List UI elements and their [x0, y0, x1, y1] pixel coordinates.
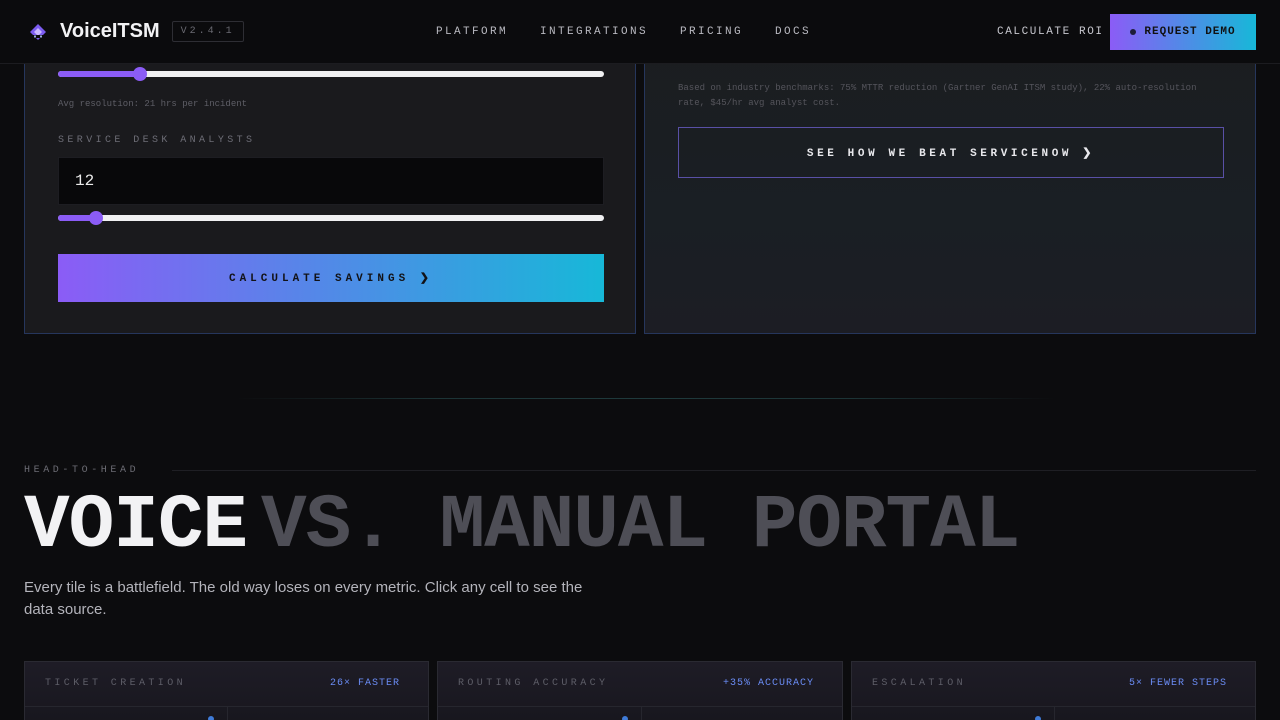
analysts-slider[interactable] — [58, 211, 604, 225]
tile-divider — [438, 706, 842, 707]
resolution-slider-knob[interactable] — [133, 67, 147, 81]
headline-primary: VOICE — [24, 483, 248, 569]
request-demo-label: REQUEST DEMO — [1144, 26, 1236, 38]
tile-indicator-dot — [1035, 716, 1041, 720]
benchmark-note: Based on industry benchmarks: 75% MTTR r… — [678, 83, 1197, 108]
nav-links: PLATFORM INTEGRATIONS PRICING DOCS — [436, 26, 843, 38]
tile-cell-divider — [641, 707, 642, 720]
tile-name: TICKET CREATION — [45, 678, 187, 689]
voice-logo-icon — [30, 23, 46, 40]
section-eyebrow: HEAD-TO-HEAD — [24, 465, 140, 476]
comparison-tile[interactable]: TICKET CREATION 26× FASTER — [24, 661, 429, 720]
roi-calculator-panel: Avg resolution: 21 hrs per incident SERV… — [24, 40, 636, 334]
beat-servicenow-button[interactable]: SEE HOW WE BEAT SERVICENOW ❯ — [678, 127, 1224, 178]
nav-link-docs[interactable]: DOCS — [775, 26, 811, 38]
tile-name: ESCALATION — [872, 678, 967, 689]
eyebrow-rule — [172, 470, 1256, 471]
brand[interactable]: VoiceITSM V2.4.1 — [28, 20, 244, 43]
top-nav: VoiceITSM V2.4.1 PLATFORM INTEGRATIONS P… — [0, 0, 1280, 64]
resolution-hint: Avg resolution: 21 hrs per incident — [58, 99, 248, 109]
request-demo-button[interactable]: REQUEST DEMO — [1110, 14, 1256, 50]
resolution-slider-fill — [58, 71, 140, 77]
roi-results-panel: Based on industry benchmarks: 75% MTTR r… — [644, 40, 1256, 334]
tile-stat: +35% ACCURACY — [722, 678, 814, 689]
comparison-tile[interactable]: ESCALATION 5× FEWER STEPS — [851, 661, 1256, 720]
resolution-slider[interactable] — [58, 67, 604, 81]
comparison-tile[interactable]: ROUTING ACCURACY +35% ACCURACY — [437, 661, 843, 720]
tile-cell-divider — [1054, 707, 1055, 720]
dot-icon — [1130, 29, 1137, 35]
tile-cell-divider — [227, 707, 228, 720]
tile-indicator-dot — [622, 716, 628, 720]
tile-stat: 26× FASTER — [329, 678, 400, 689]
nav-link-platform[interactable]: PLATFORM — [436, 26, 508, 38]
tile-name: ROUTING ACCURACY — [458, 678, 609, 689]
calculate-roi-link[interactable]: CALCULATE ROI — [997, 26, 1104, 38]
section-headline: VOICE VS. MANUAL PORTAL — [24, 483, 1020, 569]
section-divider — [236, 398, 1056, 399]
version-badge: V2.4.1 — [171, 21, 244, 42]
analysts-slider-knob[interactable] — [89, 211, 103, 225]
tile-stat: 5× FEWER STEPS — [1128, 678, 1227, 689]
analysts-input[interactable]: 12 — [58, 157, 604, 205]
section-description: Every tile is a battlefield. The old way… — [24, 579, 583, 618]
nav-link-integrations[interactable]: INTEGRATIONS — [540, 26, 648, 38]
nav-link-pricing[interactable]: PRICING — [680, 26, 743, 38]
tile-indicator-dot — [208, 716, 214, 720]
analysts-label: SERVICE DESK ANALYSTS — [58, 135, 256, 146]
calculate-savings-button[interactable]: CALCULATE SAVINGS ❯ — [58, 254, 604, 302]
brand-name: VoiceITSM — [60, 20, 160, 42]
headline-secondary: VS. MANUAL PORTAL — [261, 483, 1020, 569]
